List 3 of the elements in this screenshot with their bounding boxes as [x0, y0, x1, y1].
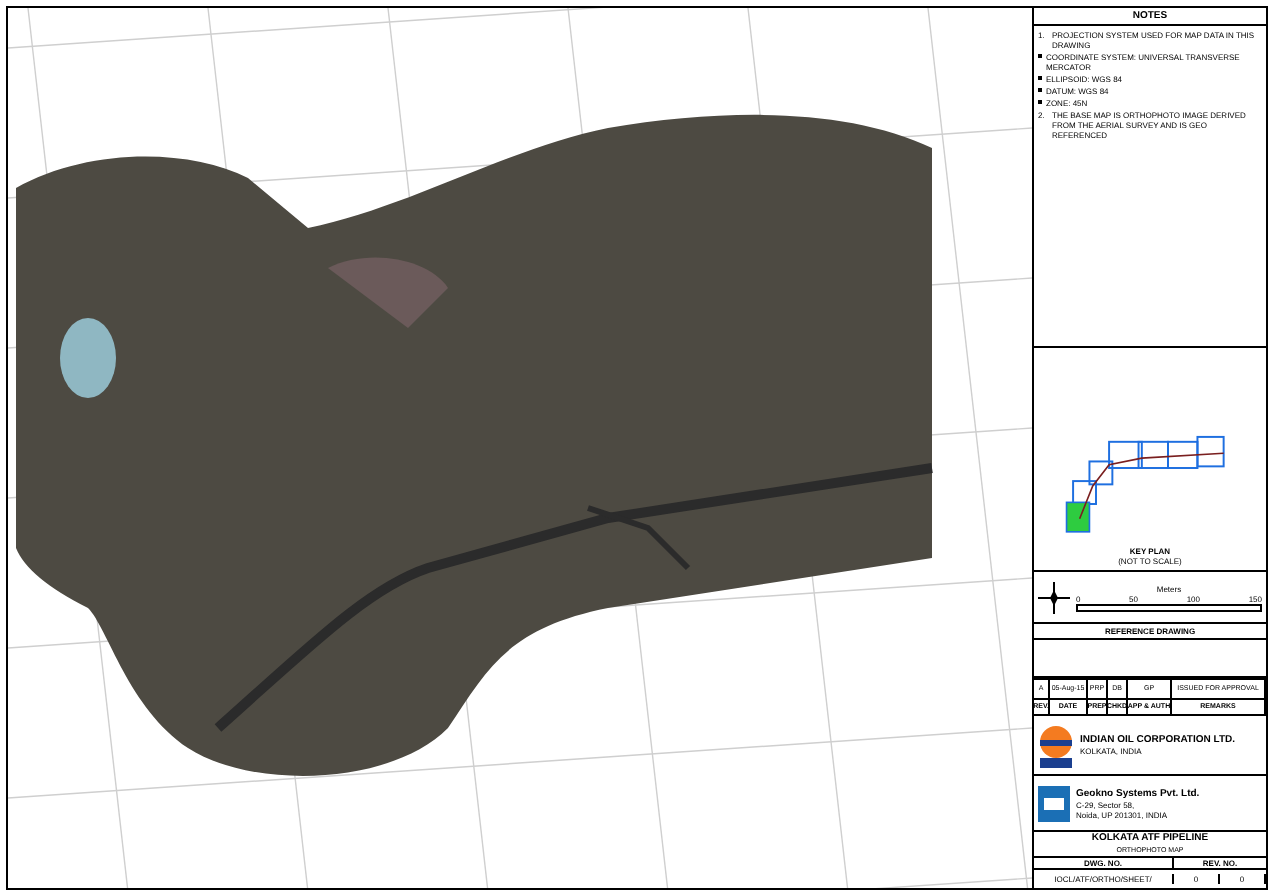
company-logo-icon: [1038, 785, 1070, 821]
oil-company-logo-icon: [1038, 723, 1074, 767]
north-arrow-icon: [1038, 581, 1070, 613]
